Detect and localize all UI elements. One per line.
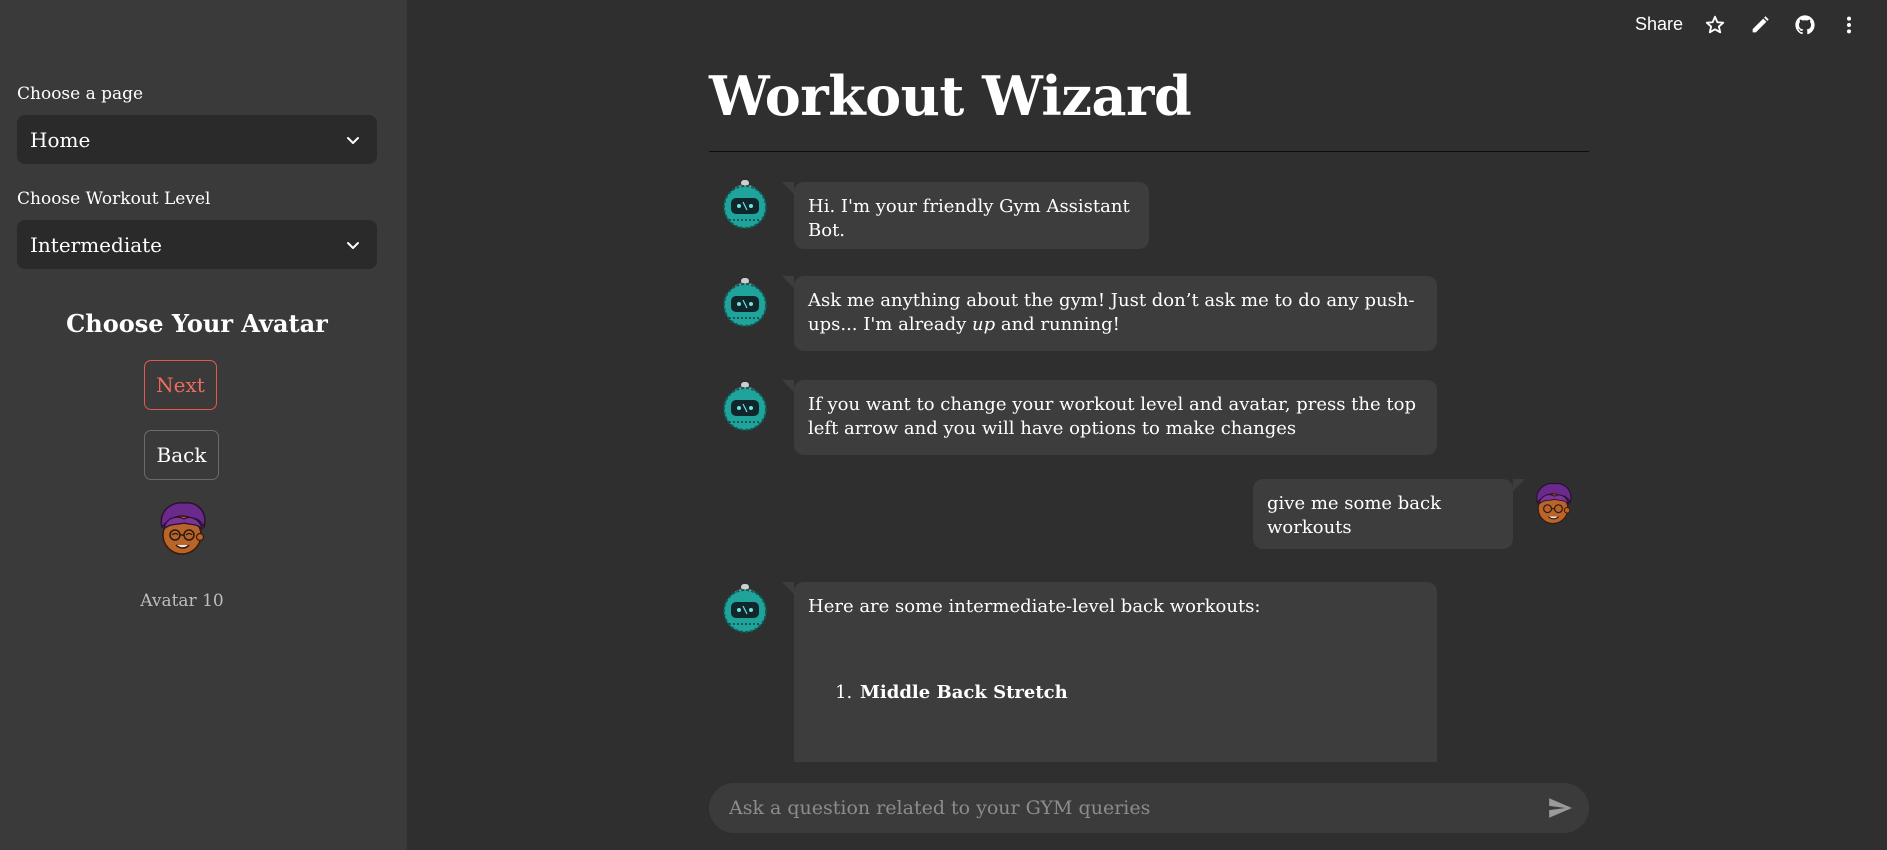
avatar-heading: Choose Your Avatar xyxy=(66,309,328,338)
github-icon[interactable] xyxy=(1794,14,1816,36)
bot-avatar-icon xyxy=(723,180,767,229)
next-button[interactable]: Next xyxy=(144,360,217,410)
back-button[interactable]: Back xyxy=(144,430,219,480)
user-message-bubble: give me some back workouts xyxy=(1253,479,1525,549)
share-button[interactable]: Share xyxy=(1635,14,1683,35)
pencil-icon[interactable] xyxy=(1749,14,1771,36)
page-title: Workout Wizard xyxy=(709,64,1192,128)
bot-avatar-icon xyxy=(723,382,767,431)
bot-avatar-icon xyxy=(723,278,767,327)
star-icon[interactable] xyxy=(1704,14,1726,36)
more-vertical-icon[interactable] xyxy=(1838,14,1860,36)
title-divider xyxy=(709,151,1589,152)
bot-avatar-icon xyxy=(723,584,767,633)
user-avatar-icon xyxy=(1536,482,1572,525)
chevron-down-icon xyxy=(347,241,359,249)
bot-message-bubble: Here are some intermediate-level back wo… xyxy=(782,582,1437,762)
list-item: Middle Back Stretch xyxy=(858,681,1423,705)
page-select-value: Home xyxy=(30,127,91,152)
workout-list: Middle Back Stretch xyxy=(808,681,1423,705)
level-select[interactable]: Intermediate xyxy=(17,220,377,269)
chat-input-container xyxy=(709,783,1589,833)
level-select-label: Choose Workout Level xyxy=(17,189,211,209)
chat-input[interactable] xyxy=(709,783,1547,833)
bot-message-bubble: If you want to change your workout level… xyxy=(782,380,1437,455)
page-select-label: Choose a page xyxy=(17,84,144,104)
level-select-value: Intermediate xyxy=(30,232,163,257)
workout-title: Middle Back Stretch xyxy=(860,682,1068,703)
bot-message-bubble: Ask me anything about the gym! Just don’… xyxy=(782,276,1437,351)
user-avatar-icon xyxy=(160,502,206,555)
message-text: Here are some intermediate-level back wo… xyxy=(808,596,1261,617)
page-select[interactable]: Home xyxy=(17,115,377,164)
bot-message-bubble: Hi. I'm your friendly Gym Assistant Bot. xyxy=(782,182,1149,249)
message-text: and running! xyxy=(995,314,1120,335)
sidebar: Choose a page Home Choose Workout Level … xyxy=(0,0,407,850)
send-icon[interactable] xyxy=(1547,795,1573,821)
chat-history: Hi. I'm your friendly Gym Assistant Bot.… xyxy=(709,170,1589,762)
chevron-down-icon xyxy=(347,136,359,144)
message-emphasis: up xyxy=(971,314,996,335)
avatar-caption: Avatar 10 xyxy=(140,591,224,611)
